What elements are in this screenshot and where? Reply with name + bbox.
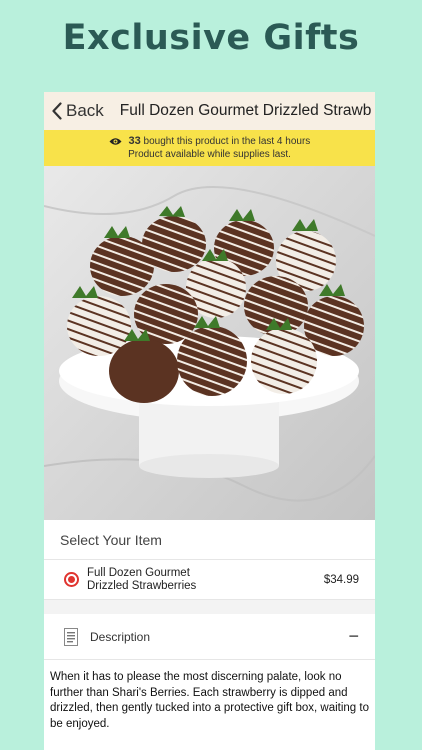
- description-label: Description: [90, 629, 151, 644]
- document-icon: [64, 627, 78, 646]
- product-image: [44, 166, 375, 520]
- popularity-line: 33 bought this product in the last 4 hou…: [44, 135, 375, 148]
- availability-text: Product available while supplies last.: [128, 149, 291, 160]
- purchase-text: bought this product in the last 4 hours: [143, 136, 311, 147]
- item-name-line1: Full Dozen Gourmet: [87, 566, 190, 579]
- description-text: When it has to please the most discernin…: [50, 671, 369, 730]
- item-option[interactable]: Full Dozen Gourmet Drizzled Strawberries…: [44, 560, 375, 600]
- description-toggle[interactable]: Description −: [44, 614, 375, 660]
- collapse-icon[interactable]: −: [348, 626, 359, 647]
- back-label: Back: [66, 101, 104, 120]
- chevron-left-icon: [52, 102, 62, 120]
- app-screen: Back Full Dozen Gourmet Drizzled Strawb …: [44, 92, 375, 750]
- item-price: $34.99: [323, 573, 359, 586]
- radio-selected-icon[interactable]: [64, 572, 79, 587]
- product-photo: [44, 166, 375, 520]
- page-title: Full Dozen Gourmet Drizzled Strawb: [119, 102, 372, 119]
- back-button[interactable]: Back: [52, 101, 104, 121]
- popularity-banner: 33 bought this product in the last 4 hou…: [44, 130, 375, 166]
- eye-icon: [109, 138, 122, 145]
- section-divider: [44, 600, 375, 614]
- navigation-bar: Back Full Dozen Gourmet Drizzled Strawb: [44, 92, 375, 130]
- purchase-count: 33: [128, 135, 141, 147]
- select-item-heading: Select Your Item: [44, 520, 375, 560]
- item-name-line2: Drizzled Strawberries: [87, 579, 197, 592]
- promo-title: Exclusive Gifts: [62, 18, 360, 58]
- item-option-name: Full Dozen Gourmet Drizzled Strawberries: [87, 567, 324, 593]
